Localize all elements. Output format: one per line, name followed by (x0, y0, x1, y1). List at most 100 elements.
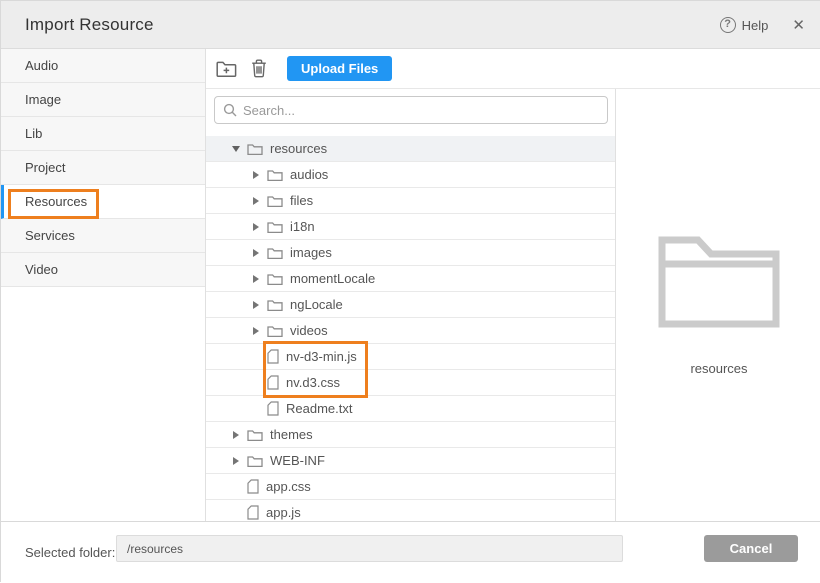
help-label: Help (742, 18, 769, 33)
file-icon (247, 479, 259, 494)
tree-row-audios[interactable]: audios (206, 162, 615, 188)
tree-row-resources[interactable]: resources (206, 136, 615, 162)
sidebar-item-label: Audio (25, 58, 58, 73)
upload-files-button[interactable]: Upload Files (287, 56, 392, 81)
tree-row-momentLocale[interactable]: momentLocale (206, 266, 615, 292)
arrow-cell[interactable] (230, 431, 245, 439)
dialog-title: Import Resource (25, 15, 154, 35)
folder-icon (247, 454, 263, 468)
tree-node-label: audios (290, 167, 328, 182)
collapse-arrow-icon[interactable] (232, 146, 240, 152)
expand-arrow-icon[interactable] (233, 431, 239, 439)
tree-node-label: resources (270, 141, 327, 156)
file-tree: resources audios files i18n images momentLoca… (206, 136, 616, 521)
toolbar: Upload Files (206, 49, 820, 89)
expand-arrow-icon[interactable] (253, 301, 259, 309)
tree-node-label: themes (270, 427, 313, 442)
add-folder-icon[interactable] (216, 60, 237, 78)
sidebar-item-project[interactable]: Project (1, 151, 205, 185)
tree-node-label: WEB-INF (270, 453, 325, 468)
tree-row-nv.d3.css[interactable]: nv.d3.css (206, 370, 615, 396)
search-box (214, 96, 608, 124)
close-icon[interactable]: ✕ (792, 16, 805, 34)
sidebar-item-label: Project (25, 160, 65, 175)
preview-folder-label: resources (617, 361, 820, 376)
tree-row-WEB-INF[interactable]: WEB-INF (206, 448, 615, 474)
tree-node-label: videos (290, 323, 328, 338)
folder-icon (267, 246, 283, 260)
expand-arrow-icon[interactable] (233, 457, 239, 465)
arrow-cell[interactable] (250, 171, 265, 179)
dialog-header: Import Resource ? Help ✕ (1, 1, 820, 49)
folder-icon (247, 428, 263, 442)
arrow-cell[interactable] (230, 457, 245, 465)
help-button[interactable]: ? Help (720, 17, 769, 33)
tree-row-i18n[interactable]: i18n (206, 214, 615, 240)
folder-icon (267, 324, 283, 338)
tree-row-Readme.txt[interactable]: Readme.txt (206, 396, 615, 422)
tree-node-label: nv-d3-min.js (286, 349, 357, 364)
expand-arrow-icon[interactable] (253, 171, 259, 179)
sidebar-item-label: Lib (25, 126, 42, 141)
expand-arrow-icon[interactable] (253, 275, 259, 283)
tree-node-label: ngLocale (290, 297, 343, 312)
folder-icon (267, 220, 283, 234)
folder-icon (247, 142, 263, 156)
arrow-cell[interactable] (250, 301, 265, 309)
preview-panel: resources (617, 89, 820, 521)
help-icon: ? (720, 17, 736, 33)
file-icon (247, 505, 259, 520)
search-input[interactable] (243, 103, 599, 118)
arrow-cell[interactable] (250, 275, 265, 283)
folder-icon (267, 194, 283, 208)
folder-icon (267, 168, 283, 182)
cancel-button[interactable]: Cancel (704, 535, 798, 562)
folder-icon (267, 272, 283, 286)
file-icon (267, 375, 279, 390)
tree-node-label: i18n (290, 219, 315, 234)
panel-divider (615, 89, 616, 521)
selected-folder-icon (658, 234, 780, 328)
expand-arrow-icon[interactable] (253, 249, 259, 257)
tree-row-app.css[interactable]: app.css (206, 474, 615, 500)
arrow-cell[interactable] (250, 249, 265, 257)
tree-node-label: momentLocale (290, 271, 375, 286)
tree-row-files[interactable]: files (206, 188, 615, 214)
arrow-cell[interactable] (250, 327, 265, 335)
sidebar-item-image[interactable]: Image (1, 83, 205, 117)
file-icon (267, 349, 279, 364)
sidebar-item-services[interactable]: Services (1, 219, 205, 253)
sidebar-item-label: Services (25, 228, 75, 243)
sidebar-item-video[interactable]: Video (1, 253, 205, 287)
tree-row-themes[interactable]: themes (206, 422, 615, 448)
expand-arrow-icon[interactable] (253, 223, 259, 231)
expand-arrow-icon[interactable] (253, 197, 259, 205)
sidebar-item-label: Resources (25, 194, 87, 209)
sidebar: Audio Image Lib Project Resources Services Vid… (1, 49, 206, 521)
tree-node-label: Readme.txt (286, 401, 352, 416)
sidebar-item-audio[interactable]: Audio (1, 49, 205, 83)
tree-row-app.js[interactable]: app.js (206, 500, 615, 521)
selected-folder-path-input[interactable] (116, 535, 623, 562)
sidebar-item-lib[interactable]: Lib (1, 117, 205, 151)
expand-arrow-icon[interactable] (253, 327, 259, 335)
sidebar-item-label: Image (25, 92, 61, 107)
sidebar-item-resources[interactable]: Resources (1, 185, 205, 219)
file-icon (267, 401, 279, 416)
tree-row-ngLocale[interactable]: ngLocale (206, 292, 615, 318)
tree-node-label: files (290, 193, 313, 208)
tree-node-label: nv.d3.css (286, 375, 340, 390)
arrow-cell[interactable] (230, 146, 245, 152)
footer: Selected folder: Cancel (1, 521, 820, 583)
tree-row-nv-d3-min.js[interactable]: nv-d3-min.js (206, 344, 615, 370)
sidebar-item-label: Video (25, 262, 58, 277)
arrow-cell[interactable] (250, 197, 265, 205)
selected-folder-label: Selected folder: (25, 545, 115, 560)
arrow-cell[interactable] (250, 223, 265, 231)
folder-icon (267, 298, 283, 312)
tree-row-images[interactable]: images (206, 240, 615, 266)
tree-row-videos[interactable]: videos (206, 318, 615, 344)
search-icon (223, 103, 237, 117)
tree-node-label: app.css (266, 479, 311, 494)
delete-icon[interactable] (251, 59, 267, 78)
